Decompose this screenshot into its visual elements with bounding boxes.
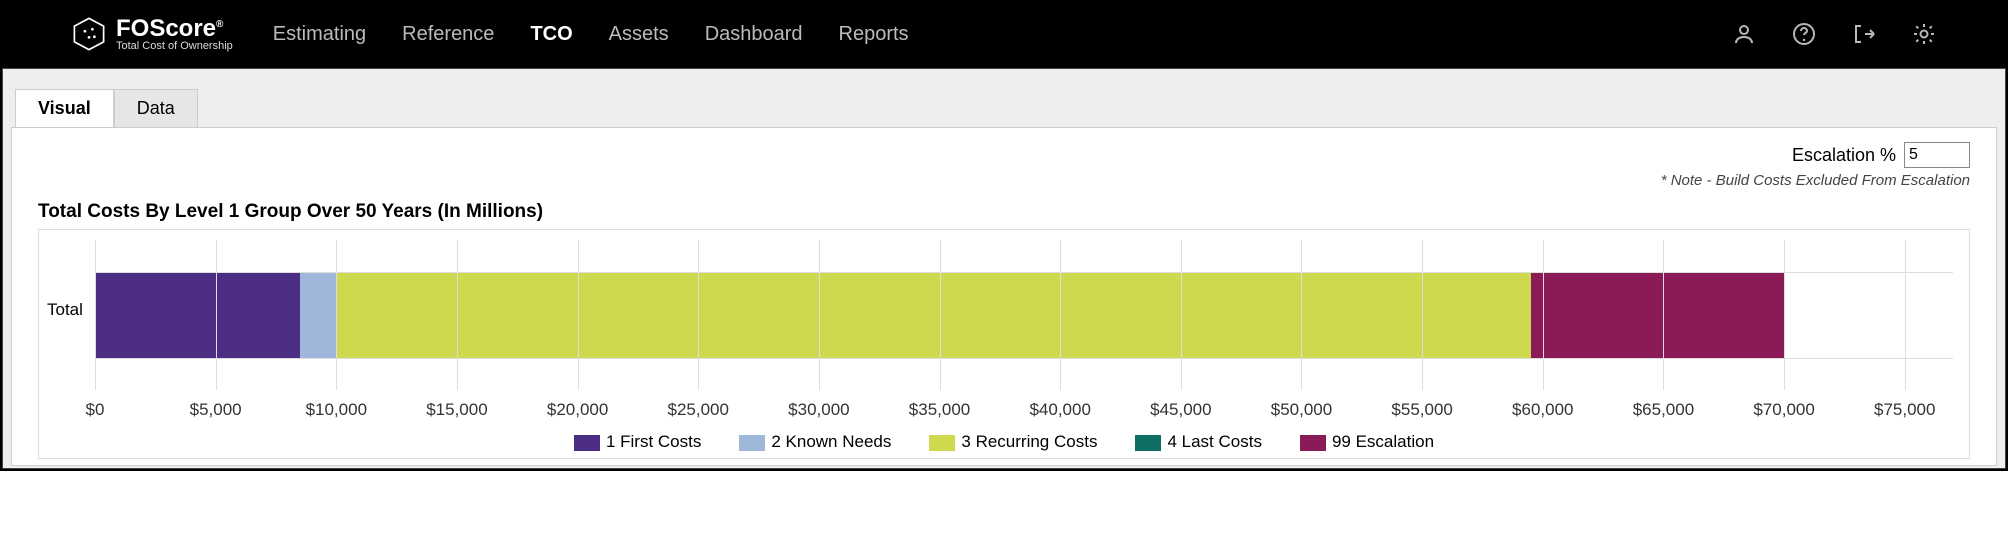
help-icon[interactable] <box>1792 22 1816 46</box>
gridline <box>1905 240 1906 390</box>
main-nav: Estimating Reference TCO Assets Dashboard Rep… <box>273 23 909 46</box>
x-tick: $40,000 <box>1029 400 1090 420</box>
bar-segment-1 <box>300 272 336 358</box>
chart-panel: Escalation % * Note - Build Costs Exclud… <box>11 127 1997 466</box>
x-tick: $15,000 <box>426 400 487 420</box>
x-tick: $35,000 <box>909 400 970 420</box>
bar-segment-4 <box>1531 272 1784 358</box>
x-tick: $0 <box>86 400 105 420</box>
gridline <box>1784 240 1785 390</box>
x-tick: $75,000 <box>1874 400 1935 420</box>
x-tick: $60,000 <box>1512 400 1573 420</box>
legend-item: 4 Last Costs <box>1135 432 1262 452</box>
legend-swatch <box>1135 435 1161 451</box>
x-tick: $5,000 <box>190 400 242 420</box>
x-tick: $25,000 <box>668 400 729 420</box>
brand-tagline: Total Cost of Ownership <box>116 41 233 52</box>
bar-segment-0 <box>95 272 300 358</box>
x-tick: $10,000 <box>306 400 367 420</box>
brand-logo: FOScore® Total Cost of Ownership <box>72 17 233 52</box>
legend-item: 2 Known Needs <box>739 432 891 452</box>
chart: Total $0 $5,000 $10,000 $15,000 $20,000 $25,0… <box>38 229 1970 459</box>
nav-link-reference[interactable]: Reference <box>402 23 494 46</box>
navbar: FOScore® Total Cost of Ownership Estimat… <box>2 0 2006 68</box>
gear-icon[interactable] <box>1912 22 1936 46</box>
x-tick: $20,000 <box>547 400 608 420</box>
legend-swatch <box>739 435 765 451</box>
x-tick: $70,000 <box>1753 400 1814 420</box>
legend: 1 First Costs 2 Known Needs 3 Recurring Co… <box>45 432 1963 452</box>
x-tick: $45,000 <box>1150 400 1211 420</box>
nav-right <box>1732 22 1936 46</box>
nav-link-tco[interactable]: TCO <box>530 23 572 46</box>
x-tick: $30,000 <box>788 400 849 420</box>
x-tick: $65,000 <box>1633 400 1694 420</box>
legend-swatch <box>574 435 600 451</box>
gridline <box>457 240 458 390</box>
gridline <box>578 240 579 390</box>
chart-title: Total Costs By Level 1 Group Over 50 Yea… <box>38 201 1970 223</box>
gridline <box>1663 240 1664 390</box>
escalation-label: Escalation % <box>1792 145 1896 166</box>
gridline <box>1301 240 1302 390</box>
tab-visual[interactable]: Visual <box>15 89 114 127</box>
gridline <box>1060 240 1061 390</box>
gridline <box>216 240 217 390</box>
tabs: VisualData <box>15 89 2003 127</box>
bar-segment-2 <box>336 272 1530 358</box>
stacked-bar <box>95 272 1953 358</box>
escalation-input[interactable] <box>1904 142 1970 168</box>
logout-icon[interactable] <box>1852 22 1876 46</box>
escalation-row: Escalation % <box>38 142 1970 168</box>
gridline <box>940 240 941 390</box>
user-icon[interactable] <box>1732 22 1756 46</box>
x-axis: $0$5,000$10,000$15,000$20,000$25,000$30,… <box>95 400 1953 424</box>
gridline <box>336 240 337 390</box>
gridline <box>1422 240 1423 390</box>
gridline <box>1181 240 1182 390</box>
gridline-h <box>95 272 1953 273</box>
nav-link-assets[interactable]: Assets <box>609 23 669 46</box>
legend-swatch <box>929 435 955 451</box>
active-nav-ring <box>512 9 590 60</box>
gridline <box>1543 240 1544 390</box>
nav-link-dashboard[interactable]: Dashboard <box>705 23 803 46</box>
gridline <box>819 240 820 390</box>
gridline <box>95 240 96 390</box>
escalation-note: * Note - Build Costs Excluded From Escal… <box>38 172 1970 189</box>
tab-data[interactable]: Data <box>114 89 198 127</box>
x-tick: $50,000 <box>1271 400 1332 420</box>
legend-swatch <box>1300 435 1326 451</box>
legend-item: 1 First Costs <box>574 432 701 452</box>
brand-name: FOScore® <box>116 17 233 41</box>
hexagon-icon <box>72 17 106 51</box>
y-category-label: Total <box>47 300 83 320</box>
gridline-h <box>95 358 1953 359</box>
legend-item: 99 Escalation <box>1300 432 1434 452</box>
legend-item: 3 Recurring Costs <box>929 432 1097 452</box>
x-tick: $55,000 <box>1391 400 1452 420</box>
nav-link-estimating[interactable]: Estimating <box>273 23 366 46</box>
gridline <box>698 240 699 390</box>
nav-link-reports[interactable]: Reports <box>839 23 909 46</box>
